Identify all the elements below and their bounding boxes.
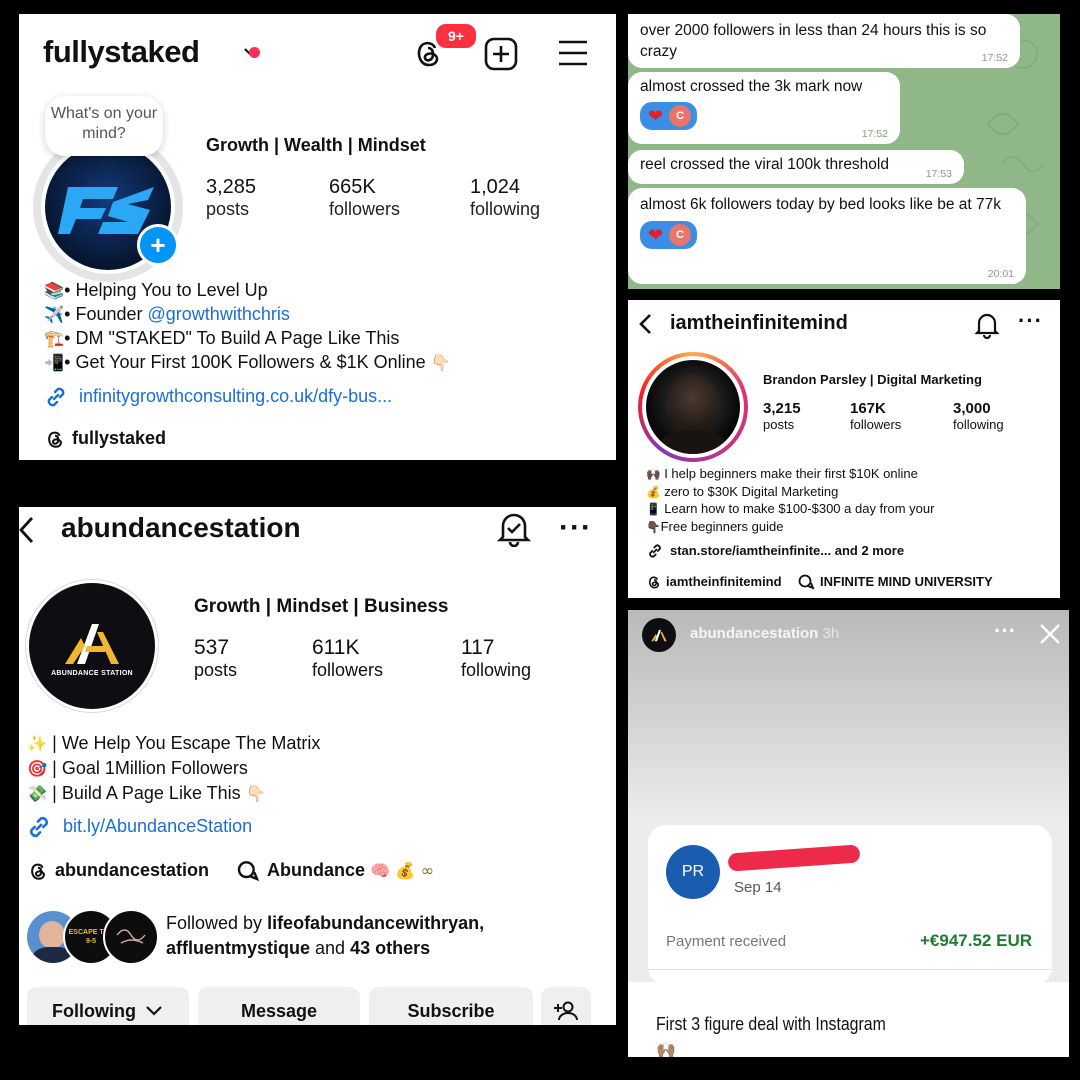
threads-icon <box>31 863 45 880</box>
community-chat-icon <box>237 861 260 882</box>
story-panel: abundancestation 3h ··· PR Sep 14 Paymen… <box>628 610 1069 1057</box>
stat-posts[interactable]: 537 posts <box>194 636 237 681</box>
stat-followers[interactable]: 611K followers <box>312 636 383 681</box>
payment-amount: +€947.52 EUR <box>920 931 1032 950</box>
profile-category: Growth | Mindset | Business <box>194 596 449 617</box>
stat-following[interactable]: 117 following <box>461 636 531 681</box>
logo-text: ABUNDANCE STATION <box>51 669 133 677</box>
avatar: PR <box>666 845 720 899</box>
profile-category: Growth | Wealth | Mindset <box>206 135 426 155</box>
bio-line: 💸 | Build A Page Like This 👇🏻 <box>27 783 266 803</box>
bio-line: ✨ | We Help You Escape The Matrix <box>27 733 321 753</box>
bio-line: 📲• Get Your First 100K Followers & $1K O… <box>44 352 451 372</box>
stat-following[interactable]: 1,024 following <box>470 176 540 220</box>
bell-icon[interactable] <box>974 311 1000 339</box>
threads-handle[interactable]: iamtheinfinitemind <box>666 574 782 589</box>
follower-avatar[interactable] <box>103 909 159 965</box>
avatar[interactable] <box>646 360 740 454</box>
threads-handle[interactable]: abundancestation <box>55 860 209 881</box>
mention-link[interactable]: @growthwithchris <box>148 304 290 324</box>
avatar: C <box>669 105 692 127</box>
chat-message: over 2000 followers in less than 24 hour… <box>628 14 1020 68</box>
link-icon <box>649 544 661 558</box>
stat-following[interactable]: 3,000 following <box>953 400 1004 432</box>
chat-message: reel crossed the viral 100k threshold 17… <box>628 150 964 184</box>
create-post-icon[interactable] <box>483 36 519 72</box>
profile-name: Brandon Parsley | Digital Marketing <box>763 372 982 387</box>
add-user-button[interactable] <box>541 987 591 1025</box>
stat-posts[interactable]: 3,215 posts <box>763 400 801 432</box>
more-options-icon[interactable]: ··· <box>1018 308 1043 334</box>
community-name[interactable]: INFINITE MIND UNIVERSITY <box>820 574 993 589</box>
community-name[interactable]: Abundance 🧠 💰 ∞ <box>267 860 434 881</box>
back-arrow-icon[interactable] <box>636 312 656 336</box>
heart-icon: ❤ <box>648 224 664 245</box>
bio-line: 📱 Learn how to make $100-$300 a day from… <box>646 501 935 516</box>
story-caption: First 3 figure deal with Instagram <box>656 1014 886 1034</box>
profile-panel-iamtheinfinitemind: iamtheinfinitemind ··· Brandon Parsley |… <box>628 300 1060 598</box>
link-icon <box>29 816 49 838</box>
profile-panel-fullystaked: fullystaked 9+ + What's on your mind? Gr… <box>19 14 616 460</box>
avatar[interactable]: ABUNDANCE STATION <box>29 583 155 709</box>
bio-line: 🎯 | Goal 1Million Followers <box>27 758 248 778</box>
reaction-chip[interactable]: ❤ C <box>640 221 698 249</box>
following-button[interactable]: Following <box>27 987 189 1025</box>
payment-card: PR Sep 14 Payment received +€947.52 EUR <box>648 825 1052 985</box>
payment-label: Payment received <box>666 933 787 950</box>
website-link[interactable]: bit.ly/AbundanceStation <box>63 816 252 837</box>
stat-posts[interactable]: 3,285 posts <box>206 176 256 220</box>
link-icon <box>47 387 65 407</box>
bio-line: ✈️• Founder @growthwithchris <box>44 304 290 324</box>
threads-handle[interactable]: fullystaked <box>72 428 166 449</box>
menu-icon[interactable] <box>556 38 590 68</box>
note-bubble[interactable]: What's on your mind? <box>45 96 163 156</box>
profile-panel-abundancestation: abundancestation ··· ABUNDANCE STATION G… <box>19 507 616 1025</box>
add-user-icon <box>554 1001 578 1021</box>
website-link[interactable]: infinitygrowthconsulting.co.uk/dfy-bus..… <box>79 386 392 407</box>
chat-message: almost 6k followers today by bed looks l… <box>628 188 1026 284</box>
profile-handle: abundancestation <box>61 512 301 543</box>
profile-handle: iamtheinfinitemind <box>670 312 848 334</box>
add-story-icon[interactable]: + <box>137 224 179 266</box>
avatar: C <box>669 224 692 246</box>
redaction-scribble <box>727 844 861 872</box>
heart-icon: ❤ <box>648 105 664 126</box>
threads-icon <box>48 431 62 448</box>
story-caption-emoji: 🙌🏽 <box>656 1040 676 1057</box>
abundance-logo-icon <box>65 623 119 664</box>
bio-line: 🙌🏿 I help beginners make their first $10… <box>646 466 918 481</box>
more-options-icon[interactable]: ··· <box>994 618 1016 644</box>
subscribe-button[interactable]: Subscribe <box>369 987 533 1025</box>
website-link[interactable]: stan.store/iamtheinfinite... and 2 more <box>670 543 904 558</box>
signature-logo-icon <box>116 929 146 944</box>
chat-message: almost crossed the 3k mark now ❤ C 17:52 <box>628 72 900 144</box>
stat-followers[interactable]: 665K followers <box>329 176 400 220</box>
stat-followers[interactable]: 167K followers <box>850 400 901 432</box>
community-chat-icon <box>798 574 815 590</box>
bell-check-icon[interactable] <box>497 511 531 547</box>
chevron-down-icon <box>146 1006 162 1016</box>
abundance-logo-icon <box>651 629 667 642</box>
avatar[interactable] <box>642 618 676 652</box>
chat-panel: over 2000 followers in less than 24 hour… <box>628 14 1060 289</box>
bio-line: 👇🏿Free beginners guide <box>646 519 784 534</box>
bio-line: 💰 zero to $30K Digital Marketing <box>646 484 839 499</box>
more-options-icon[interactable]: ··· <box>559 511 592 545</box>
bio-line: 📚• Helping You to Level Up <box>44 280 268 300</box>
story-header: abundancestation 3h <box>690 625 840 642</box>
payment-date: Sep 14 <box>734 879 782 896</box>
status-dot <box>249 47 260 58</box>
back-arrow-icon[interactable] <box>19 515 35 545</box>
threads-icon <box>648 576 660 589</box>
followed-by-text: Followed by lifeofabundancewithryan, aff… <box>166 913 485 958</box>
reaction-chip[interactable]: ❤ C <box>640 102 698 130</box>
profile-handle[interactable]: fullystaked <box>43 34 200 70</box>
message-button[interactable]: Message <box>198 987 360 1025</box>
close-icon[interactable] <box>1038 622 1062 646</box>
notification-badge: 9+ <box>434 22 478 50</box>
bio-line: 🏗️• DM "STAKED" To Build A Page Like Thi… <box>44 328 400 348</box>
